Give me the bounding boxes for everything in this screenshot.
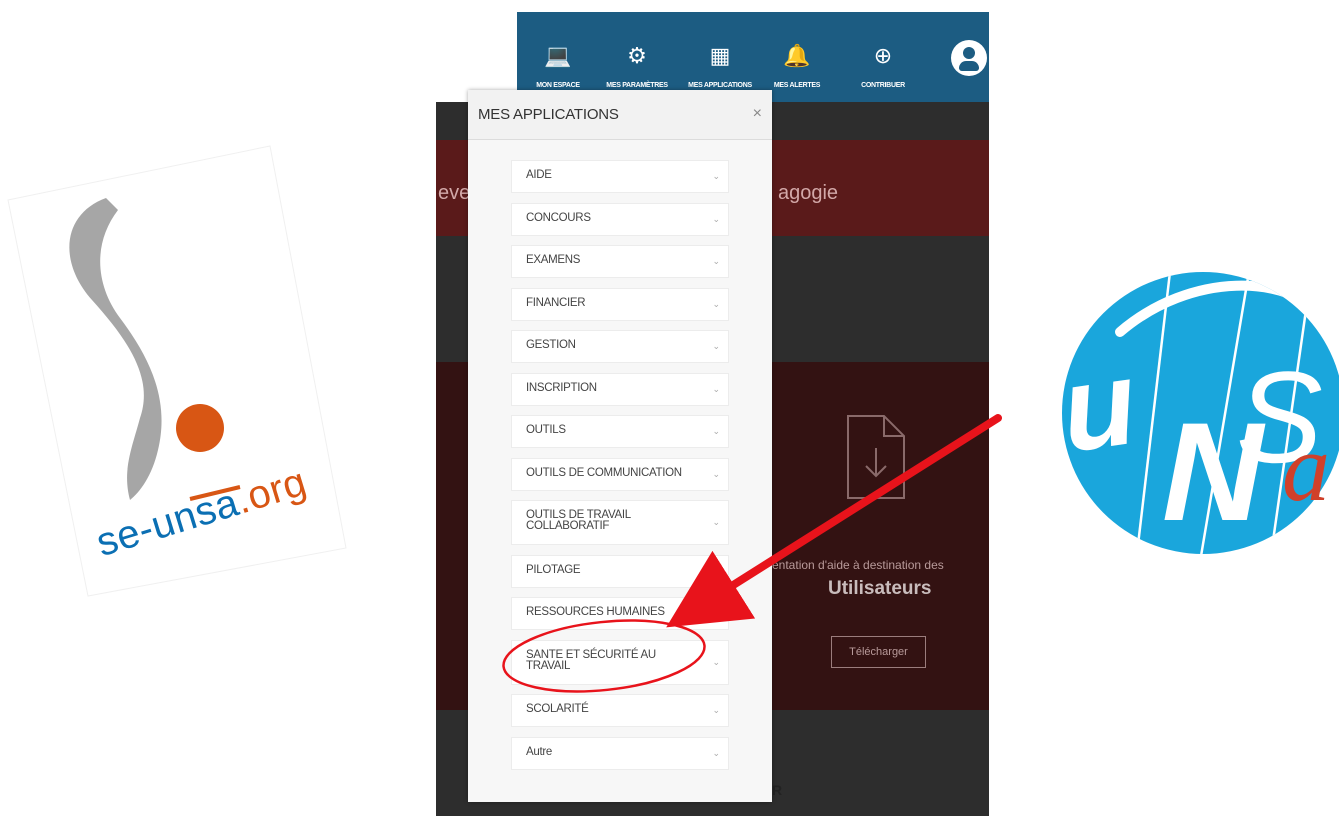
gear-icon: ⚙ — [627, 43, 647, 68]
chevron-down-icon: ⌄ — [712, 747, 720, 758]
unsa-logo: u N S a — [1060, 262, 1339, 562]
nav-mes-applications[interactable]: ▦ MES APPLICATIONS — [683, 42, 757, 89]
menu-item-outils[interactable]: OUTILS ⌄ — [511, 415, 729, 448]
banner-text-right: agogie — [778, 182, 839, 204]
menu-item-ressources-humaines[interactable]: RESSOURCES HUMAINES ⌄ — [511, 597, 729, 630]
nav-label: MES APPLICATIONS — [688, 82, 752, 89]
chevron-down-icon: ⌄ — [712, 705, 720, 715]
nav-label: CONTRIBUER — [861, 82, 905, 89]
nav-label: MES PARAMÈTRES — [606, 82, 668, 89]
chevron-down-icon: ⌄ — [712, 517, 720, 527]
menu-item-label: SANTE ET SÉCURITÉ AU TRAVAIL — [526, 648, 656, 672]
chevron-down-icon: ⌄ — [712, 341, 720, 351]
nav-contribuer[interactable]: ⊕ CONTRIBUER — [846, 42, 920, 89]
menu-item-label: GESTION — [526, 339, 576, 351]
nav-label: MES ALERTES — [773, 82, 821, 89]
applications-modal: MES APPLICATIONS × AIDE ⌄ CONCOURS ⌄ EXAME… — [468, 90, 772, 802]
menu-item-inscription[interactable]: INSCRIPTION ⌄ — [511, 372, 729, 406]
menu-item-outils-de-communication[interactable]: OUTILS DE COMMUNICATION ⌄ — [511, 457, 729, 491]
menu-item-label: FINANCIER — [526, 296, 586, 309]
chevron-down-icon: ⌄ — [712, 426, 720, 436]
unsa-a-glyph: a — [1282, 414, 1330, 521]
app-screenshot: eve agogie entation d'aide à destination… — [436, 12, 989, 816]
nav-mes-alertes[interactable]: 🔔 MES ALERTES — [760, 42, 834, 89]
menu-item-concours[interactable]: CONCOURS ⌄ — [511, 202, 729, 236]
chevron-down-icon: ⌄ — [712, 608, 720, 618]
modal-header: MES APPLICATIONS × — [468, 90, 772, 140]
plus-circle-icon: ⊕ — [873, 43, 893, 68]
card-title: Utilisateurs — [828, 578, 932, 599]
grid-icon: ▦ — [709, 43, 731, 68]
close-icon[interactable]: × — [753, 105, 762, 123]
menu-item-label: OUTILS DE TRAVAIL COLLABORATIF — [526, 509, 631, 532]
bottom-text-fragment: R — [772, 782, 783, 798]
menu-item-label: Autre — [526, 745, 552, 758]
menu-item-pilotage[interactable]: PILOTAGE ⌄ — [511, 554, 729, 588]
nav-mon-espace[interactable]: 💻 MON ESPACE — [521, 42, 595, 89]
menu-item-outils-de-travail-collaboratif[interactable]: OUTILS DE TRAVAIL COLLABORATIF ⌄ — [511, 500, 729, 545]
se-unsa-emblem — [7, 145, 347, 597]
menu-item-autre[interactable]: Autre ⌄ — [511, 736, 729, 770]
menu-item-financier[interactable]: FINANCIER ⌄ — [511, 287, 729, 321]
bell-icon: 🔔 — [783, 43, 811, 68]
orange-dot — [176, 404, 224, 452]
user-avatar-icon[interactable] — [951, 40, 987, 76]
menu-item-sante-et-securite-au-travail[interactable]: SANTE ET SÉCURITÉ AU TRAVAIL ⌄ — [511, 639, 729, 685]
nav-mes-parametres[interactable]: ⚙ MES PARAMÈTRES — [600, 42, 674, 89]
document-download-icon — [847, 415, 905, 499]
menu-item-gestion[interactable]: GESTION ⌄ — [511, 330, 729, 363]
menu-item-scolarite[interactable]: SCOLARITÉ ⌄ — [511, 694, 729, 727]
laptop-icon: 💻 — [544, 43, 572, 68]
menu-item-label: EXAMENS — [526, 254, 581, 266]
menu-item-label: OUTILS — [526, 424, 566, 436]
menu-item-label: RESSOURCES HUMAINES — [526, 606, 665, 618]
chevron-down-icon: ⌄ — [712, 171, 720, 181]
se-unsa-logo: se-unsa.org — [0, 0, 420, 816]
menu-item-aide[interactable]: AIDE ⌄ — [511, 160, 729, 193]
chevron-down-icon: ⌄ — [712, 656, 720, 667]
menu-item-examens[interactable]: EXAMENS ⌄ — [511, 245, 729, 278]
card-description: entation d'aide à destination des — [772, 558, 944, 572]
chevron-down-icon: ⌄ — [712, 298, 720, 309]
chevron-down-icon: ⌄ — [712, 213, 720, 224]
chevron-down-icon: ⌄ — [712, 565, 720, 576]
banner-text-left: eve — [438, 182, 471, 204]
nav-label: MON ESPACE — [536, 82, 580, 89]
unsa-emblem: u N S a — [1060, 272, 1339, 554]
menu-item-label: AIDE — [526, 169, 552, 181]
applications-menu: AIDE ⌄ CONCOURS ⌄ EXAMENS ⌄ FINANCIER ⌄ GEST… — [511, 160, 729, 779]
chevron-down-icon: ⌄ — [712, 256, 720, 266]
menu-item-label: OUTILS DE COMMUNICATION — [526, 466, 682, 479]
top-navigation-bar: 💻 MON ESPACE ⚙ MES PARAMÈTRES ▦ MES APPL… — [517, 12, 989, 102]
download-button[interactable]: Télécharger — [831, 636, 926, 668]
menu-item-label: SCOLARITÉ — [526, 703, 589, 715]
chevron-down-icon: ⌄ — [712, 383, 720, 394]
modal-title: MES APPLICATIONS — [478, 106, 619, 123]
chevron-down-icon: ⌄ — [712, 468, 720, 479]
modal-body: AIDE ⌄ CONCOURS ⌄ EXAMENS ⌄ FINANCIER ⌄ GEST… — [468, 140, 772, 802]
menu-item-label: PILOTAGE — [526, 563, 581, 576]
menu-item-label: INSCRIPTION — [526, 381, 597, 394]
menu-item-label: CONCOURS — [526, 211, 591, 224]
